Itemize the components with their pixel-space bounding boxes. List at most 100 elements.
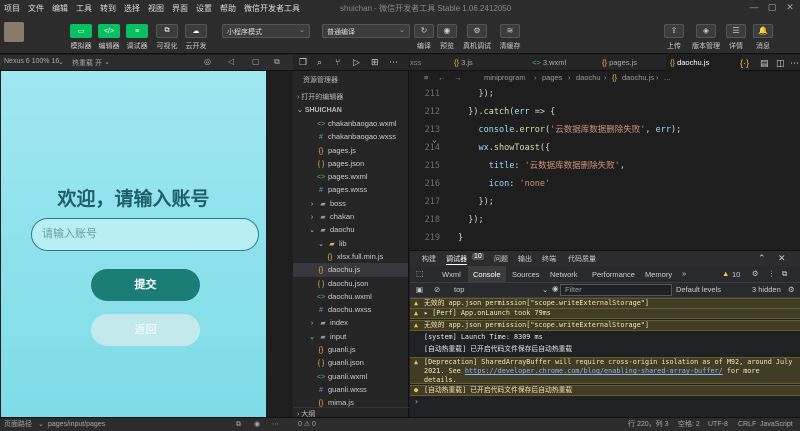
editor-toggle-button[interactable]: </> — [98, 24, 120, 38]
tab-sources[interactable]: Sources — [512, 270, 540, 279]
file-item[interactable]: # chakanbaogao.wxss — [293, 130, 408, 143]
source-control-icon[interactable]: ⑂ — [335, 57, 340, 67]
chevron-down-icon[interactable]: ⌄ — [38, 418, 44, 431]
device-select[interactable]: Nexus 6 100% 16 — [4, 58, 59, 65]
language-mode[interactable]: JavaScript — [760, 418, 793, 431]
file-item[interactable]: {} pages.js — [293, 144, 408, 157]
folder-item[interactable]: ⌄ ▰ daochu — [293, 223, 408, 236]
tab-3-wxml[interactable]: <> 3.wxml — [528, 55, 598, 71]
tab-wxml[interactable]: Wxml — [442, 270, 461, 279]
simulator-toggle-button[interactable]: ▭ — [70, 24, 92, 38]
breadcrumb-4[interactable]: ... — [664, 71, 670, 85]
device-chevron-icon[interactable]: ⌄ — [58, 58, 64, 66]
menu-project[interactable]: 项目 — [4, 3, 20, 14]
console-filter-input[interactable]: Filter — [560, 284, 672, 296]
list-icon[interactable]: ≡ — [424, 71, 428, 85]
menu-devtools[interactable]: 微信开发者工具 — [244, 3, 300, 14]
tab-performance[interactable]: Performance — [592, 270, 635, 279]
compile-mode-select[interactable]: 普通编译 ⌄ — [322, 24, 410, 38]
tab-pages-js[interactable]: {} pages.js — [598, 55, 668, 71]
files-icon[interactable]: ❐ — [299, 57, 307, 68]
tab-console[interactable]: Console — [468, 266, 506, 283]
dock-icon[interactable]: ⧉ — [782, 269, 787, 279]
back-icon[interactable]: ← — [438, 71, 446, 85]
tab-daochu-js[interactable]: {} daochu.js — [666, 55, 742, 71]
message-link[interactable]: https://developer.chrome.com/blog/enabli… — [465, 367, 723, 375]
breadcrumb-2[interactable]: daochu — [576, 71, 601, 85]
compare-icon[interactable]: ◫ — [776, 58, 785, 69]
open-editors-section[interactable]: › 打开的编辑器 — [293, 91, 408, 104]
tab-terminal[interactable]: 终端 — [542, 254, 556, 264]
file-item[interactable]: <> guanli.wxml — [293, 370, 408, 383]
gear-icon[interactable]: ⚙ — [752, 269, 759, 278]
file-item[interactable]: {} guanli.js — [293, 343, 408, 356]
folder-item[interactable]: › ▰ chakan — [293, 210, 408, 223]
tab-memory[interactable]: Memory — [645, 270, 672, 279]
file-item[interactable]: # guanli.wxss — [293, 383, 408, 396]
hotreload-select[interactable]: 热重载 开 — [72, 58, 102, 68]
file-item[interactable]: { } daochu.json — [293, 277, 408, 290]
debug-icon[interactable]: ▷ — [353, 57, 360, 68]
menu-select[interactable]: 选择 — [124, 3, 140, 14]
file-item[interactable]: { } guanli.json — [293, 356, 408, 369]
menu-edit[interactable]: 编辑 — [52, 3, 68, 14]
problems-count[interactable]: 0 ⚠ 0 — [298, 418, 316, 431]
debugger-toggle-button[interactable]: ≡ — [126, 24, 148, 38]
messages-button[interactable]: 🔔 — [753, 24, 773, 38]
clear-cache-button[interactable]: ≋ — [500, 24, 520, 38]
tab-overflow[interactable]: xss — [410, 58, 421, 67]
console-prompt-icon[interactable]: › — [414, 397, 419, 406]
avatar[interactable] — [4, 22, 24, 42]
menu-settings[interactable]: 设置 — [196, 3, 212, 14]
back-button[interactable]: 返回 — [91, 314, 200, 346]
folder-item[interactable]: › ▰ boss — [293, 197, 408, 210]
warning-icon[interactable]: ▲ — [722, 269, 729, 278]
menu-help[interactable]: 帮助 — [220, 3, 236, 14]
hotreload-chevron-icon[interactable]: ⌄ — [104, 58, 110, 66]
copy-icon[interactable]: ⧉ — [236, 418, 241, 431]
folder-item[interactable]: ⌄ ▰ lib — [293, 237, 408, 250]
file-item[interactable]: <> pages.wxml — [293, 170, 408, 183]
page-path-label[interactable]: 页面路径 — [4, 418, 32, 431]
clear-console-icon[interactable]: ⊘ — [434, 285, 440, 294]
tab-build[interactable]: 构建 — [422, 254, 436, 264]
indent-spaces[interactable]: 空格: 2 — [678, 418, 700, 431]
tab-3-js[interactable]: {} 3.js — [450, 55, 520, 71]
volume-icon[interactable]: ◁ — [228, 57, 234, 66]
eye-icon[interactable]: ◉ — [552, 284, 559, 293]
menu-interface[interactable]: 界面 — [172, 3, 188, 14]
more-icon[interactable]: ⋯ — [389, 57, 398, 68]
preview-button[interactable]: ◉ — [437, 24, 457, 38]
project-section[interactable]: ⌄ SHUICHAN — [293, 104, 408, 117]
file-item[interactable]: <> chakanbaogao.wxml — [293, 117, 408, 130]
more-icon[interactable]: ⋯ — [272, 418, 279, 431]
levels-select[interactable]: Default levels — [676, 285, 721, 294]
real-debug-button[interactable]: ⚙ — [467, 24, 487, 38]
file-item[interactable]: # daochu.wxss — [293, 303, 408, 316]
folder-item[interactable]: › ▰ index — [293, 316, 408, 329]
minimize-icon[interactable]: — — [748, 2, 760, 14]
inspect-icon[interactable]: ⬚ — [416, 269, 424, 278]
tab-network[interactable]: Network — [550, 270, 578, 279]
file-item[interactable]: # pages.wxss — [293, 183, 408, 196]
breadcrumb-1[interactable]: pages — [542, 71, 562, 85]
cursor-position[interactable]: 行 220，列 3 — [628, 418, 668, 431]
menu-tools[interactable]: 工具 — [76, 3, 92, 14]
tab-problems[interactable]: 问题 — [494, 254, 508, 264]
account-input[interactable]: 请输入账号 — [31, 218, 259, 251]
eye-icon[interactable]: ◉ — [254, 418, 260, 431]
expand-icon[interactable]: ▸ — [424, 309, 432, 317]
version-button[interactable]: ◈ — [696, 24, 716, 38]
more-vertical-icon[interactable]: ⋮ — [768, 269, 776, 278]
page-path[interactable]: pages/input/pages — [48, 418, 105, 431]
code-editor[interactable]: 211 }); 212 }).catch(err => { 213 consol… — [410, 85, 800, 250]
sidebar-toggle-icon[interactable]: ▣ — [416, 285, 423, 294]
tab-debugger[interactable]: 调试器 — [446, 254, 467, 265]
more-icon[interactable]: ⋯ — [790, 58, 799, 69]
fold-icon[interactable]: ⌄ — [432, 135, 437, 144]
split-icon[interactable]: {·} — [740, 58, 749, 68]
compile-button[interactable]: ↻ — [414, 24, 434, 38]
close-icon[interactable]: ✕ — [778, 253, 786, 264]
gear-icon[interactable]: ⚙ — [788, 285, 795, 294]
forward-icon[interactable]: → — [454, 71, 462, 85]
